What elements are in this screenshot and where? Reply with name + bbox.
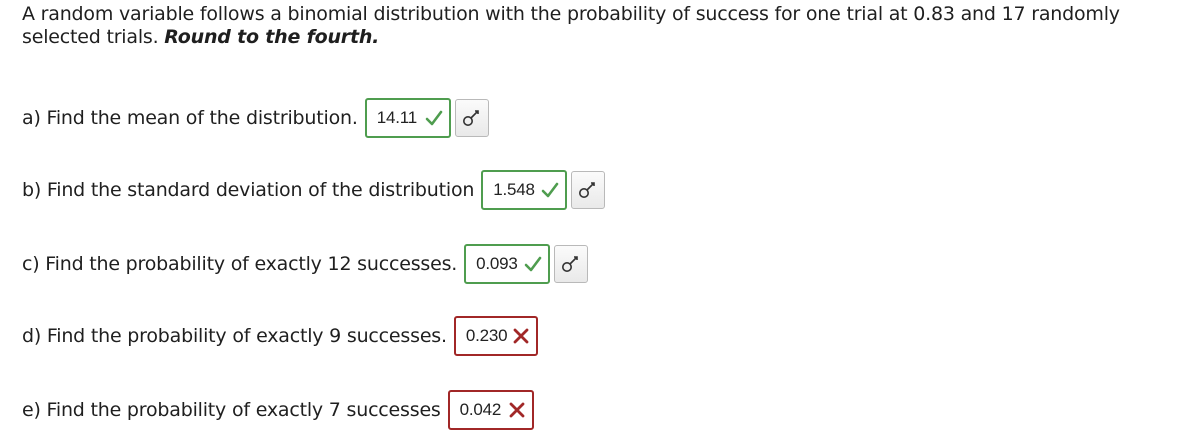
answer-a-field[interactable]: 14.11 — [364, 98, 451, 138]
answer-c-value: 0.093 — [476, 254, 518, 273]
key-icon — [562, 256, 578, 272]
checkmark-icon — [524, 256, 542, 272]
answer-a-value: 14.11 — [376, 108, 417, 127]
question-b: b) Find the standard deviation of the di… — [22, 167, 606, 213]
answer-e-value: 0.042 — [459, 400, 502, 419]
question-c: c) Find the probability of exactly 12 su… — [22, 241, 589, 287]
question-e-label: e) Find the probability of exactly 7 suc… — [22, 399, 441, 421]
checkmark-icon — [425, 110, 443, 126]
x-mark-icon — [513, 328, 529, 344]
question-d-label: d) Find the probability of exactly 9 suc… — [22, 325, 447, 347]
question-b-label: b) Find the standard deviation of the di… — [22, 179, 475, 201]
answer-b-key-button[interactable] — [571, 171, 606, 209]
question-d: d) Find the probability of exactly 9 suc… — [22, 313, 538, 359]
question-e: e) Find the probability of exactly 7 suc… — [22, 387, 534, 433]
answer-a-key-button[interactable] — [454, 99, 489, 137]
question-a-label: a) Find the mean of the distribution. — [22, 107, 358, 129]
question-a: a) Find the mean of the distribution. 14… — [22, 95, 489, 141]
answer-c-key-button[interactable] — [554, 245, 589, 283]
question-intro: A random variable follows a binomial dis… — [22, 3, 1142, 49]
answer-c-field[interactable]: 0.093 — [464, 244, 551, 284]
key-icon — [462, 110, 479, 126]
key-icon — [579, 182, 596, 198]
answer-d-field[interactable]: 0.230 — [453, 316, 538, 356]
question-c-label: c) Find the probability of exactly 12 su… — [22, 253, 458, 275]
checkmark-icon — [541, 182, 559, 198]
answer-b-field[interactable]: 1.548 — [481, 170, 568, 210]
x-mark-icon — [509, 402, 525, 418]
answer-b-value: 1.548 — [493, 180, 535, 199]
answer-e-field[interactable]: 0.042 — [447, 390, 534, 430]
rounding-instruction: Round to the fourth. — [164, 26, 380, 48]
answer-d-value: 0.230 — [465, 326, 508, 345]
